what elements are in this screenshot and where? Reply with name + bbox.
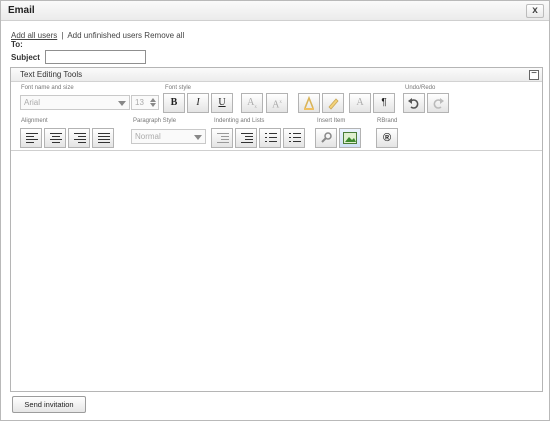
undo-button[interactable]: [403, 93, 425, 113]
font-size-spinner[interactable]: 13: [131, 95, 159, 110]
spin-up-icon: [150, 98, 156, 102]
paragraph-style-value: Normal: [135, 132, 161, 141]
alignment-label: Alignment: [21, 118, 48, 124]
close-button[interactable]: x: [526, 4, 544, 18]
add-all-users-link[interactable]: Add all users: [11, 31, 57, 40]
undo-redo-label: Undo/Redo: [405, 85, 436, 91]
numbered-list-icon: [289, 133, 301, 144]
bold-button[interactable]: B: [163, 93, 185, 113]
redo-button[interactable]: [427, 93, 449, 113]
insert-image-button[interactable]: [339, 128, 361, 148]
align-right-icon: [74, 133, 86, 144]
text-color-icon: [304, 95, 314, 110]
dialog-titlebar: Email x: [1, 1, 549, 21]
clear-formatting-icon: A: [356, 97, 364, 108]
paragraph-style-select[interactable]: Normal: [131, 129, 206, 144]
collapse-button[interactable]: −: [529, 69, 539, 80]
editor-content-area[interactable]: [11, 152, 542, 391]
paragraph-style-label: Paragraph Style: [133, 118, 177, 124]
text-editing-panel: Text Editing Tools − Font name and size …: [10, 67, 543, 392]
insert-item-label: Insert Item: [317, 118, 346, 124]
brand-button[interactable]: ®: [376, 128, 398, 148]
italic-button[interactable]: I: [187, 93, 209, 113]
highlight-button[interactable]: [322, 93, 344, 113]
subject-label: Subject: [11, 53, 40, 62]
paragraph-marks-button[interactable]: ¶: [373, 93, 395, 113]
indent-icon: [241, 133, 253, 144]
underline-button[interactable]: U: [211, 93, 233, 113]
registered-icon: ®: [382, 132, 392, 144]
add-unfinished-users-link[interactable]: Add unfinished users: [67, 31, 142, 40]
redo-icon: [433, 98, 444, 109]
dialog-title: Email: [8, 5, 35, 16]
text-color-button[interactable]: [298, 93, 320, 113]
panel-header: Text Editing Tools −: [11, 68, 542, 82]
recipient-actions: Add all users | Add unfinished users Rem…: [11, 31, 184, 40]
highlighter-icon: [328, 98, 339, 110]
insert-link-button[interactable]: [315, 128, 337, 148]
image-icon: [343, 132, 357, 144]
font-name-value: Arial: [24, 98, 41, 107]
align-left-button[interactable]: [20, 128, 42, 148]
font-size-value: 13: [135, 98, 144, 107]
panel-title: Text Editing Tools: [20, 70, 83, 79]
separator: |: [61, 31, 64, 40]
subject-input[interactable]: [45, 50, 146, 64]
spin-down-icon: [150, 103, 156, 107]
numbered-list-button[interactable]: [283, 128, 305, 148]
chevron-down-icon: [194, 135, 202, 140]
align-center-icon: [50, 133, 62, 144]
justify-icon: [98, 133, 110, 144]
link-icon: [321, 132, 332, 143]
rbrand-label: RBrand: [377, 118, 398, 124]
font-style-label: Font style: [165, 85, 192, 91]
email-dialog: Email x Add all users | Add unfinished u…: [0, 0, 550, 421]
remove-all-link[interactable]: Remove all: [144, 31, 184, 40]
font-name-select[interactable]: Arial: [20, 95, 130, 110]
undo-icon: [408, 98, 419, 109]
bulleted-list-icon: [265, 133, 277, 144]
outdent-button[interactable]: [211, 128, 233, 148]
align-center-button[interactable]: [44, 128, 66, 148]
font-name-size-label: Font name and size: [21, 85, 74, 91]
send-invitation-button[interactable]: Send invitation: [12, 396, 86, 413]
indent-button[interactable]: [235, 128, 257, 148]
align-left-icon: [26, 133, 38, 144]
clear-formatting-button[interactable]: A: [349, 93, 371, 113]
align-right-button[interactable]: [68, 128, 90, 148]
indenting-lists-label: Indenting and Lists: [214, 118, 265, 124]
bulleted-list-button[interactable]: [259, 128, 281, 148]
chevron-down-icon: [118, 101, 126, 106]
subscript-button[interactable]: Ax: [241, 93, 263, 113]
justify-button[interactable]: [92, 128, 114, 148]
editor-toolbar: Font name and size Arial 13 Font style B…: [11, 83, 542, 151]
to-label: To:: [11, 40, 23, 49]
outdent-icon: [217, 133, 229, 144]
superscript-button[interactable]: Ax: [266, 93, 288, 113]
